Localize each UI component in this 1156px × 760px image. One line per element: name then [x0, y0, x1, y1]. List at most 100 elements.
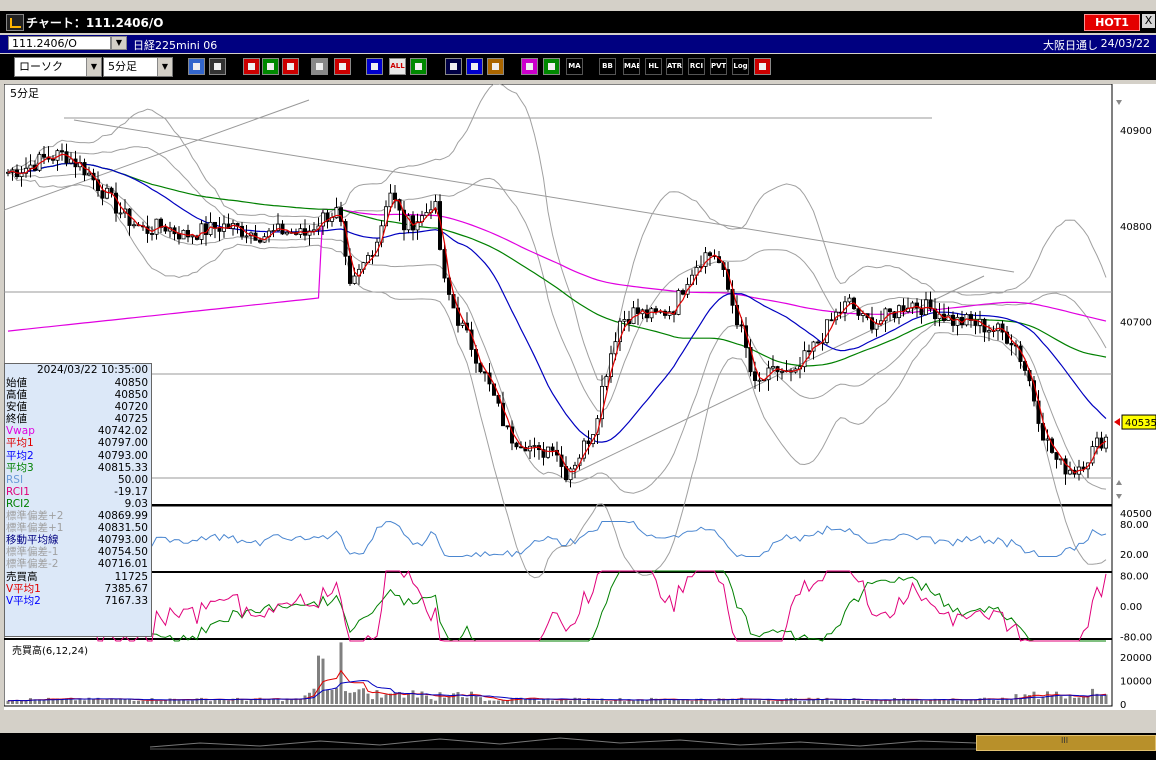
chart-svg[interactable]: 5分足 40900 40800 40700 40500 40535 80.00 20.00 80…	[3, 83, 1156, 723]
volume-bar	[281, 701, 284, 704]
volume-bar	[501, 700, 505, 704]
pvt-indicator-button[interactable]: PVT	[710, 58, 727, 75]
candle	[257, 239, 262, 243]
data-row-label: 安値	[6, 401, 27, 414]
volume-bar	[1100, 695, 1103, 704]
symbol-input[interactable]: 111.2406/O	[8, 36, 111, 50]
volume-bar	[362, 688, 365, 704]
volume-bar	[146, 700, 149, 704]
export-icon[interactable]	[754, 58, 771, 75]
alert-icon[interactable]	[366, 58, 383, 75]
volume-tick-label: 10000	[1120, 677, 1152, 688]
data-row-value: 40716.01	[97, 558, 148, 571]
volume-bar	[879, 700, 883, 704]
volume-bar	[839, 700, 842, 704]
candle	[388, 192, 393, 208]
ma-indicator-button[interactable]: MA	[566, 58, 583, 75]
candle	[753, 371, 758, 381]
eraser-icon[interactable]	[466, 58, 483, 75]
candle	[888, 308, 893, 313]
data-row-label: RSI	[6, 473, 24, 486]
volume-profile-icon[interactable]	[262, 58, 279, 75]
data-row-label: 終値	[6, 413, 27, 426]
candle-compare-icon[interactable]	[334, 58, 351, 75]
volume-bar	[632, 700, 635, 704]
zoom-icon[interactable]	[188, 58, 205, 75]
buy-sell-icon[interactable]	[243, 58, 260, 75]
mae-indicator-button[interactable]: MAE	[623, 58, 640, 75]
trade-icon[interactable]	[282, 58, 299, 75]
data-row-label: Vwap	[6, 425, 35, 438]
volume-bar	[708, 700, 712, 704]
pointer-icon[interactable]	[445, 58, 462, 75]
chart-app-icon	[6, 14, 24, 31]
hot-button[interactable]: HOT1	[1084, 14, 1140, 31]
rci2-line	[7, 570, 1106, 642]
volume-bar	[1077, 697, 1081, 704]
chart-type-select[interactable]: ローソク ▼	[14, 57, 102, 77]
volume-bar	[348, 692, 352, 704]
data-row: 標準偏差+1 40831.50	[5, 522, 151, 534]
volume-bar	[830, 701, 833, 704]
candle	[190, 235, 195, 238]
horizontal-scrollbar[interactable]: III	[0, 733, 1156, 760]
chart-area[interactable]: 5分足 40900 40800 40700 40500 40535 80.00 20.00 80…	[3, 83, 1156, 723]
data-row-value: 50.00	[117, 473, 148, 486]
symbol-dropdown-icon[interactable]: ▼	[111, 36, 127, 50]
data-row: 高値 40850	[5, 389, 151, 401]
rsi-panel	[3, 505, 1113, 573]
volume-bar	[1050, 696, 1054, 704]
drawing-icon[interactable]	[311, 58, 328, 75]
log-indicator-button[interactable]: Log	[732, 58, 749, 75]
data-row-value: 40725	[114, 413, 148, 426]
volume-bar	[618, 697, 622, 704]
candle	[118, 212, 123, 215]
volume-bar	[713, 701, 716, 704]
data-row-label: 始値	[6, 377, 27, 389]
settings-icon[interactable]	[487, 58, 504, 75]
all-button[interactable]: ALL	[389, 58, 406, 75]
grid-icon[interactable]	[543, 58, 560, 75]
volume-bar	[488, 700, 491, 704]
data-row-label: RCI2	[6, 497, 30, 510]
candle	[708, 252, 713, 256]
volume-bar	[677, 700, 680, 704]
candle	[505, 425, 510, 428]
interval-select[interactable]: 5分足 ▼	[103, 57, 173, 77]
volume-bar	[474, 696, 478, 704]
volume-bar	[672, 699, 676, 704]
data-row: Vwap 40742.02	[5, 425, 151, 437]
rsi-line	[7, 520, 1107, 558]
candle	[955, 316, 960, 326]
data-row: 移動平均線 40793.00	[5, 534, 151, 546]
volume-bar	[542, 699, 545, 704]
volume-bar	[798, 700, 802, 704]
volume-bar	[429, 699, 433, 704]
bb-indicator-button[interactable]: BB	[599, 58, 616, 75]
cursor-icon[interactable]	[209, 58, 226, 75]
volume-bar	[78, 698, 82, 704]
pencil-icon[interactable]	[410, 58, 427, 75]
volume-bar	[438, 692, 442, 704]
rci-indicator-button[interactable]: RCI	[688, 58, 705, 75]
volume-bar	[776, 701, 779, 704]
hl-indicator-button[interactable]: HL	[645, 58, 662, 75]
data-row-value: 40797.00	[97, 437, 148, 450]
data-row-label: 標準偏差+1	[6, 522, 64, 535]
candle	[681, 290, 686, 295]
palette-icon[interactable]	[521, 58, 538, 75]
scroll-thumb[interactable]: III	[976, 735, 1156, 751]
close-icon[interactable]: X	[1142, 14, 1155, 28]
volume-bar	[591, 700, 595, 704]
volume-bar	[906, 699, 910, 704]
data-row: 平均3 40815.33	[5, 462, 151, 474]
title-bar[interactable]: チャート：111.2406/O HOT1 X	[0, 11, 1156, 33]
volume-bar	[924, 700, 928, 704]
volume-ma1-line	[7, 669, 1107, 702]
data-row: RCI2 9.03	[5, 498, 151, 510]
volume-bar	[1059, 696, 1063, 704]
candle	[64, 151, 69, 164]
atr-indicator-button[interactable]: ATR	[666, 58, 683, 75]
volume-bar	[240, 699, 244, 704]
volume-bar	[911, 700, 914, 704]
